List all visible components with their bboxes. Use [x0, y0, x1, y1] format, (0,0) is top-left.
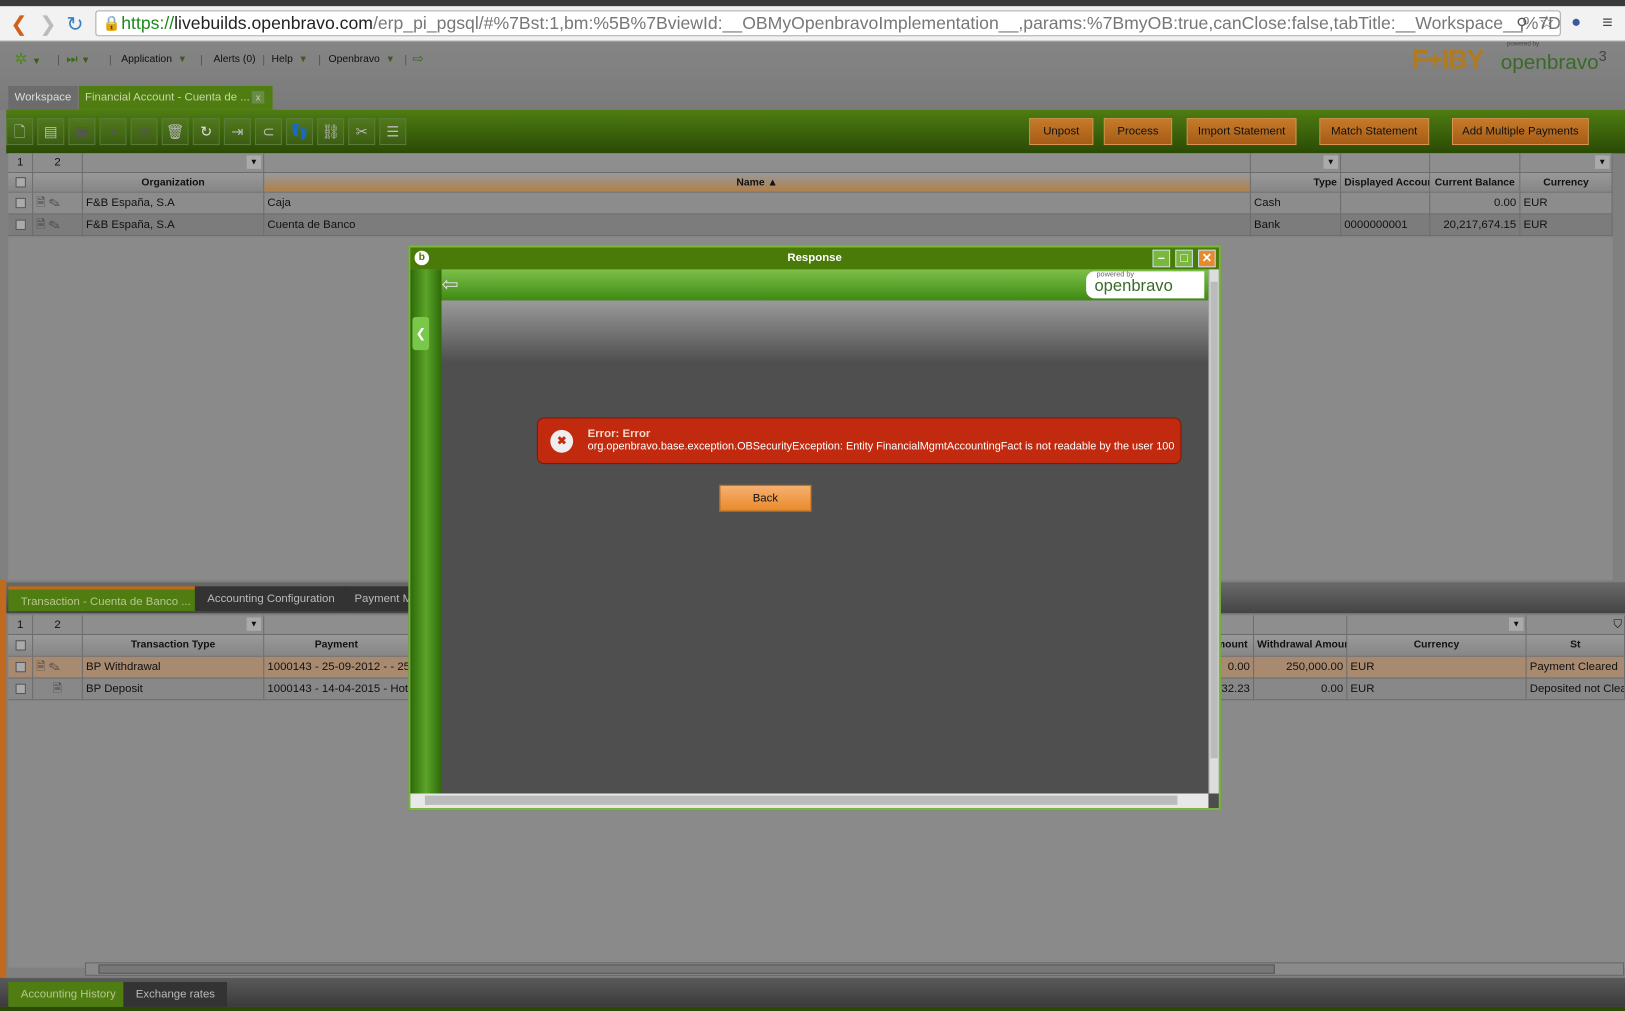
column-payment[interactable]: Payment: [264, 635, 410, 656]
openbravo-logo: powered by openbravo: [1086, 271, 1205, 299]
column-current-balance[interactable]: Current Balance: [1430, 172, 1521, 192]
forward-icon[interactable]: ❯: [39, 15, 56, 36]
back-arrow-icon[interactable]: ⇦: [442, 271, 459, 297]
menu-application[interactable]: Application ▼: [121, 54, 187, 65]
close-tab-icon[interactable]: x: [251, 91, 265, 104]
column-type[interactable]: Type: [1250, 172, 1342, 192]
add-multiple-payments-button[interactable]: Add Multiple Payments: [1451, 118, 1589, 146]
quick-launch-icon[interactable]: ✲ ▼: [15, 50, 42, 69]
dialog-title: b Response – □ ✕: [410, 247, 1219, 270]
link-icon[interactable]: ⛓: [317, 118, 345, 146]
table-row[interactable]: 🗎 ✎ F&B España, S.A Cuenta de Banco Bank…: [8, 214, 1613, 237]
minimize-icon[interactable]: –: [1152, 249, 1171, 268]
tab-workspace[interactable]: Workspace: [8, 85, 78, 110]
attachment-icon[interactable]: ⊂: [254, 118, 282, 146]
error-title: Error: Error: [587, 427, 651, 441]
menu-help[interactable]: Help ▼: [272, 54, 308, 65]
collapse-menu-icon[interactable]: ❮: [412, 316, 430, 351]
client-logo: F+IBY: [1411, 43, 1485, 75]
filter-row: 1 2 ▼ ▼ ▼: [8, 153, 1613, 173]
extension-icon[interactable]: ●: [1571, 13, 1581, 32]
new-document-icon[interactable]: 🗋: [6, 118, 34, 146]
organization-filter[interactable]: ▼: [82, 153, 265, 172]
match-statement-button[interactable]: Match Statement: [1319, 118, 1430, 146]
edit-icon: ✎: [48, 660, 61, 674]
column-withdrawal-amount[interactable]: Withdrawal Amount: [1254, 635, 1348, 656]
row-checkbox[interactable]: [15, 197, 26, 209]
close-icon[interactable]: ✕: [1198, 249, 1216, 268]
column-transaction-type[interactable]: Transaction Type: [82, 635, 265, 656]
delete-icon[interactable]: 🗑: [161, 118, 189, 146]
form-view-icon: 🗎: [52, 682, 63, 696]
column-status[interactable]: St: [1526, 635, 1625, 656]
tab-accounting-history[interactable]: Accounting History: [8, 982, 129, 1007]
tab-exchange-rates[interactable]: Exchange rates: [123, 982, 228, 1007]
menu-icon[interactable]: ≡: [1602, 12, 1612, 33]
star-icon[interactable]: ☆: [1539, 12, 1555, 33]
tools-icon[interactable]: ✂: [348, 118, 376, 146]
error-message-box: ✖ Error: Error org.openbravo.base.except…: [536, 417, 1182, 465]
quick-create-icon[interactable]: ⏭ ▼: [66, 52, 90, 68]
response-dialog: b Response – □ ✕ ⇦ powered by openbravo ❮…: [408, 245, 1221, 811]
openbravo-logo: powered by openbravo3: [1500, 41, 1607, 75]
tab-accounting-configuration[interactable]: Accounting Configuration: [194, 586, 348, 612]
save-icon[interactable]: ▣: [68, 118, 96, 146]
openbravo-icon: b: [414, 250, 430, 266]
menu-openbravo[interactable]: Openbravo ▼: [329, 54, 395, 65]
horizontal-scrollbar[interactable]: [410, 793, 1209, 809]
vertical-scrollbar[interactable]: [1208, 269, 1219, 794]
import-statement-button[interactable]: Import Statement: [1186, 118, 1297, 146]
zoom-icon[interactable]: ⚲: [1516, 15, 1527, 34]
table-row[interactable]: 🗎 ✎ F&B España, S.A Caja Cash 0.00 EUR: [8, 192, 1613, 215]
name-filter[interactable]: [264, 153, 1251, 172]
export-icon[interactable]: ⇥: [223, 118, 251, 146]
scrollbar-thumb[interactable]: [98, 964, 1275, 974]
bottom-tab-bar: Accounting History Exchange rates: [0, 977, 1625, 1011]
column-currency[interactable]: Currency: [1347, 635, 1527, 656]
column-name[interactable]: Name ▲: [264, 172, 1251, 192]
form-view-icon: 🗎: [36, 660, 46, 674]
column-currency[interactable]: Currency: [1520, 172, 1613, 192]
header-row: Organization Name ▲ Type Displayed Accou…: [8, 172, 1613, 193]
undo-icon[interactable]: ⊘: [130, 118, 158, 146]
error-icon: ✖: [550, 429, 574, 453]
edit-icon: ✎: [48, 218, 61, 232]
menu-alerts[interactable]: Alerts (0): [213, 54, 255, 65]
reload-icon[interactable]: ↻: [66, 15, 83, 36]
filter-icon: ⛉: [1613, 618, 1622, 631]
back-button[interactable]: Back: [719, 484, 812, 512]
edit-icon: ✎: [48, 196, 61, 210]
row-checkbox[interactable]: [15, 219, 26, 230]
refresh-icon[interactable]: ↻: [192, 118, 220, 146]
back-icon[interactable]: ❮: [10, 15, 27, 36]
new-row-icon[interactable]: ▤: [37, 118, 65, 146]
form-view-icon: 🗎: [36, 196, 46, 210]
form-view-icon: 🗎: [36, 218, 46, 232]
unpost-button[interactable]: Unpost: [1029, 118, 1094, 146]
tab-transaction[interactable]: Transaction - Cuenta de Banco ...: [8, 586, 204, 612]
horizontal-scrollbar[interactable]: [84, 962, 1625, 976]
column-organization[interactable]: Organization: [82, 172, 265, 192]
grid-view-icon[interactable]: ☰: [379, 118, 407, 146]
url-input[interactable]: 🔒 https://livebuilds.openbravo.com/erp_p…: [95, 10, 1561, 37]
error-text: org.openbravo.base.exception.OBSecurityE…: [587, 440, 1175, 453]
type-filter[interactable]: ▼: [1250, 153, 1342, 172]
toolbar: 🗋 ▤ ▣ ▪ ⊘ 🗑 ↻ ⇥ ⊂ 👣 ⛓ ✂ ☰ Unpost Process…: [6, 109, 1625, 154]
currency-filter[interactable]: ▼: [1520, 153, 1613, 172]
browser-toolbar: ❮ ❯ ↻ 🔒 https://livebuilds.openbravo.com…: [0, 6, 1625, 42]
process-button[interactable]: Process: [1103, 118, 1173, 146]
tab-financial-account[interactable]: WorkspaceFinancial Account - Cuenta de .…: [78, 85, 273, 110]
logout-icon[interactable]: ⇨: [412, 51, 423, 68]
column-displayed-account[interactable]: Displayed Account: [1341, 172, 1431, 192]
maximize-icon[interactable]: □: [1175, 249, 1193, 268]
lock-icon: 🔒: [102, 14, 121, 32]
save-close-icon[interactable]: ▪: [99, 118, 127, 146]
audit-trail-icon[interactable]: 👣: [286, 118, 313, 146]
